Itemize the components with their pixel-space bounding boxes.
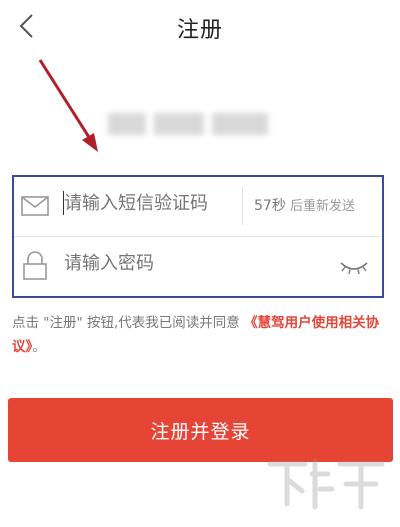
phone-blur-segment — [212, 113, 268, 135]
envelope-icon — [20, 191, 50, 221]
nav-bar: 注册 — [0, 0, 400, 52]
divider — [242, 187, 243, 225]
phone-number-blurred — [108, 113, 268, 135]
register-form: 57秒 后重新发送 — [12, 175, 384, 298]
agreement-prefix: 点击 "注册" 按钮,代表我已阅读并同意 — [12, 315, 245, 331]
resend-code-button[interactable]: 57秒 后重新发送 — [254, 195, 355, 215]
agreement-suffix: 。 — [32, 339, 46, 355]
resend-countdown: 57秒 — [254, 198, 286, 214]
eye-closed-icon[interactable] — [339, 255, 369, 279]
password-input[interactable] — [64, 253, 304, 274]
phone-blur-segment — [154, 113, 204, 135]
agreement-text: 点击 "注册" 按钮,代表我已阅读并同意 《慧驾用户使用相关协议》。 — [12, 311, 390, 359]
watermark-logo — [267, 458, 385, 510]
phone-blur-segment — [108, 113, 146, 135]
page-title: 注册 — [176, 18, 223, 43]
lock-icon — [20, 251, 50, 281]
sms-code-input[interactable] — [64, 193, 239, 214]
resend-label: 后重新发送 — [289, 199, 355, 214]
